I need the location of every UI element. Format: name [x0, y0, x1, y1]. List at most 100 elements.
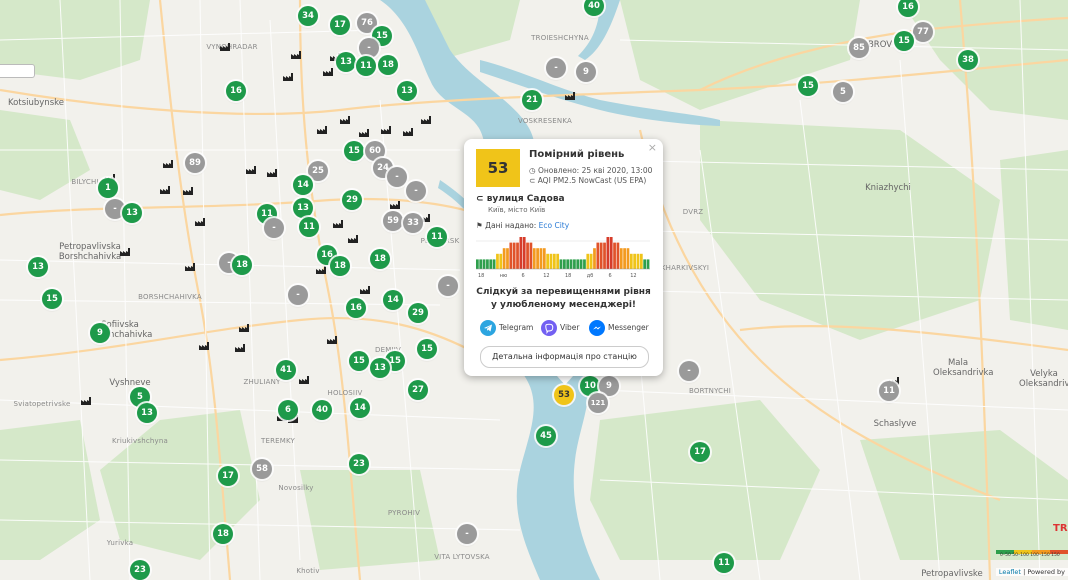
viber-link[interactable]: Viber — [541, 319, 580, 337]
provider-link[interactable]: Eco City — [539, 221, 570, 230]
station-marker[interactable]: 9 — [576, 62, 596, 82]
station-marker[interactable]: 14 — [383, 290, 403, 310]
factory-icon[interactable] — [317, 126, 327, 134]
factory-icon[interactable] — [348, 235, 358, 243]
station-marker[interactable]: - — [387, 167, 407, 187]
station-marker[interactable]: - — [406, 181, 426, 201]
station-marker[interactable]: 11 — [427, 227, 447, 247]
station-marker[interactable]: 16 — [226, 81, 246, 101]
factory-icon[interactable] — [327, 336, 337, 344]
factory-icon[interactable] — [183, 187, 193, 195]
station-marker[interactable]: - — [288, 285, 308, 305]
factory-icon[interactable] — [333, 220, 343, 228]
factory-icon[interactable] — [390, 201, 400, 209]
station-marker[interactable]: 15 — [894, 31, 914, 51]
station-details-button[interactable]: Детальна інформація про станцію — [480, 346, 649, 368]
station-marker[interactable]: 13 — [28, 257, 48, 277]
station-marker[interactable]: 14 — [293, 175, 313, 195]
station-marker[interactable]: 13 — [137, 403, 157, 423]
station-marker[interactable]: - — [438, 276, 458, 296]
station-marker[interactable]: - — [679, 361, 699, 381]
factory-icon[interactable] — [291, 51, 301, 59]
station-marker[interactable]: 23 — [130, 560, 150, 580]
station-marker[interactable]: 11 — [879, 381, 899, 401]
factory-icon[interactable] — [220, 43, 230, 51]
station-marker[interactable]: 18 — [378, 55, 398, 75]
close-icon[interactable]: × — [648, 141, 657, 154]
station-marker[interactable]: 34 — [298, 6, 318, 26]
messenger-link[interactable]: Messenger — [589, 319, 649, 337]
station-marker[interactable]: 5 — [833, 82, 853, 102]
factory-icon[interactable] — [195, 218, 205, 226]
station-marker[interactable]: 33 — [403, 213, 423, 233]
factory-icon[interactable] — [403, 128, 413, 136]
factory-icon[interactable] — [199, 342, 209, 350]
station-marker[interactable]: 40 — [312, 400, 332, 420]
factory-icon[interactable] — [323, 68, 333, 76]
factory-icon[interactable] — [359, 129, 369, 137]
factory-icon[interactable] — [120, 248, 130, 256]
station-marker[interactable]: 17 — [218, 466, 238, 486]
station-marker[interactable]: 13 — [370, 358, 390, 378]
station-marker[interactable]: 85 — [849, 38, 869, 58]
station-marker[interactable]: 29 — [408, 303, 428, 323]
station-marker[interactable]: - — [546, 58, 566, 78]
factory-icon[interactable] — [160, 186, 170, 194]
station-marker[interactable]: 27 — [408, 380, 428, 400]
station-marker[interactable]: 45 — [536, 426, 556, 446]
factory-icon[interactable] — [163, 160, 173, 168]
station-marker[interactable]: 13 — [397, 81, 417, 101]
station-marker[interactable]: 15 — [417, 339, 437, 359]
station-marker[interactable]: 21 — [522, 90, 542, 110]
station-marker[interactable]: 38 — [958, 50, 978, 70]
station-marker[interactable]: 9 — [90, 323, 110, 343]
station-marker[interactable]: 14 — [350, 398, 370, 418]
telegram-link[interactable]: Telegram — [480, 319, 533, 337]
station-marker[interactable]: 18 — [370, 249, 390, 269]
station-marker[interactable]: 11 — [356, 56, 376, 76]
station-marker[interactable]: 17 — [690, 442, 710, 462]
station-marker[interactable]: 13 — [336, 52, 356, 72]
station-marker[interactable]: 15 — [349, 351, 369, 371]
station-marker[interactable]: 13 — [293, 198, 313, 218]
station-marker[interactable]: 1 — [98, 178, 118, 198]
station-marker[interactable]: 13 — [122, 203, 142, 223]
station-marker[interactable]: 41 — [276, 360, 296, 380]
factory-icon[interactable] — [185, 263, 195, 271]
leaflet-link[interactable]: Leaflet — [999, 568, 1021, 576]
station-marker[interactable]: 23 — [349, 454, 369, 474]
station-marker[interactable]: 18 — [213, 524, 233, 544]
station-marker[interactable]: 15 — [344, 141, 364, 161]
factory-icon[interactable] — [340, 116, 350, 124]
station-marker[interactable]: 11 — [299, 217, 319, 237]
factory-icon[interactable] — [239, 324, 249, 332]
station-marker[interactable]: 89 — [185, 153, 205, 173]
station-marker[interactable]: 16 — [346, 298, 366, 318]
station-marker[interactable]: - — [359, 38, 379, 58]
station-marker[interactable]: - — [457, 524, 477, 544]
station-marker[interactable]: - — [264, 218, 284, 238]
station-marker[interactable]: 17 — [330, 15, 350, 35]
station-marker[interactable]: 15 — [798, 76, 818, 96]
factory-icon[interactable] — [381, 126, 391, 134]
factory-icon[interactable] — [246, 166, 256, 174]
station-marker[interactable]: 11 — [714, 553, 734, 573]
station-marker[interactable]: 53 — [554, 385, 574, 405]
factory-icon[interactable] — [421, 116, 431, 124]
factory-icon[interactable] — [81, 397, 91, 405]
station-marker[interactable]: 18 — [232, 255, 252, 275]
station-marker[interactable]: 18 — [330, 256, 350, 276]
search-input-stub[interactable] — [0, 64, 35, 78]
factory-icon[interactable] — [360, 286, 370, 294]
station-marker[interactable]: 6 — [278, 400, 298, 420]
factory-icon[interactable] — [299, 376, 309, 384]
factory-icon[interactable] — [235, 344, 245, 352]
station-marker[interactable]: 15 — [42, 289, 62, 309]
factory-icon[interactable] — [316, 266, 326, 274]
station-marker[interactable]: 29 — [342, 190, 362, 210]
station-marker[interactable]: 59 — [383, 211, 403, 231]
factory-icon[interactable] — [267, 169, 277, 177]
station-marker[interactable]: 58 — [252, 459, 272, 479]
factory-icon[interactable] — [565, 92, 575, 100]
station-marker[interactable]: 77 — [913, 22, 933, 42]
